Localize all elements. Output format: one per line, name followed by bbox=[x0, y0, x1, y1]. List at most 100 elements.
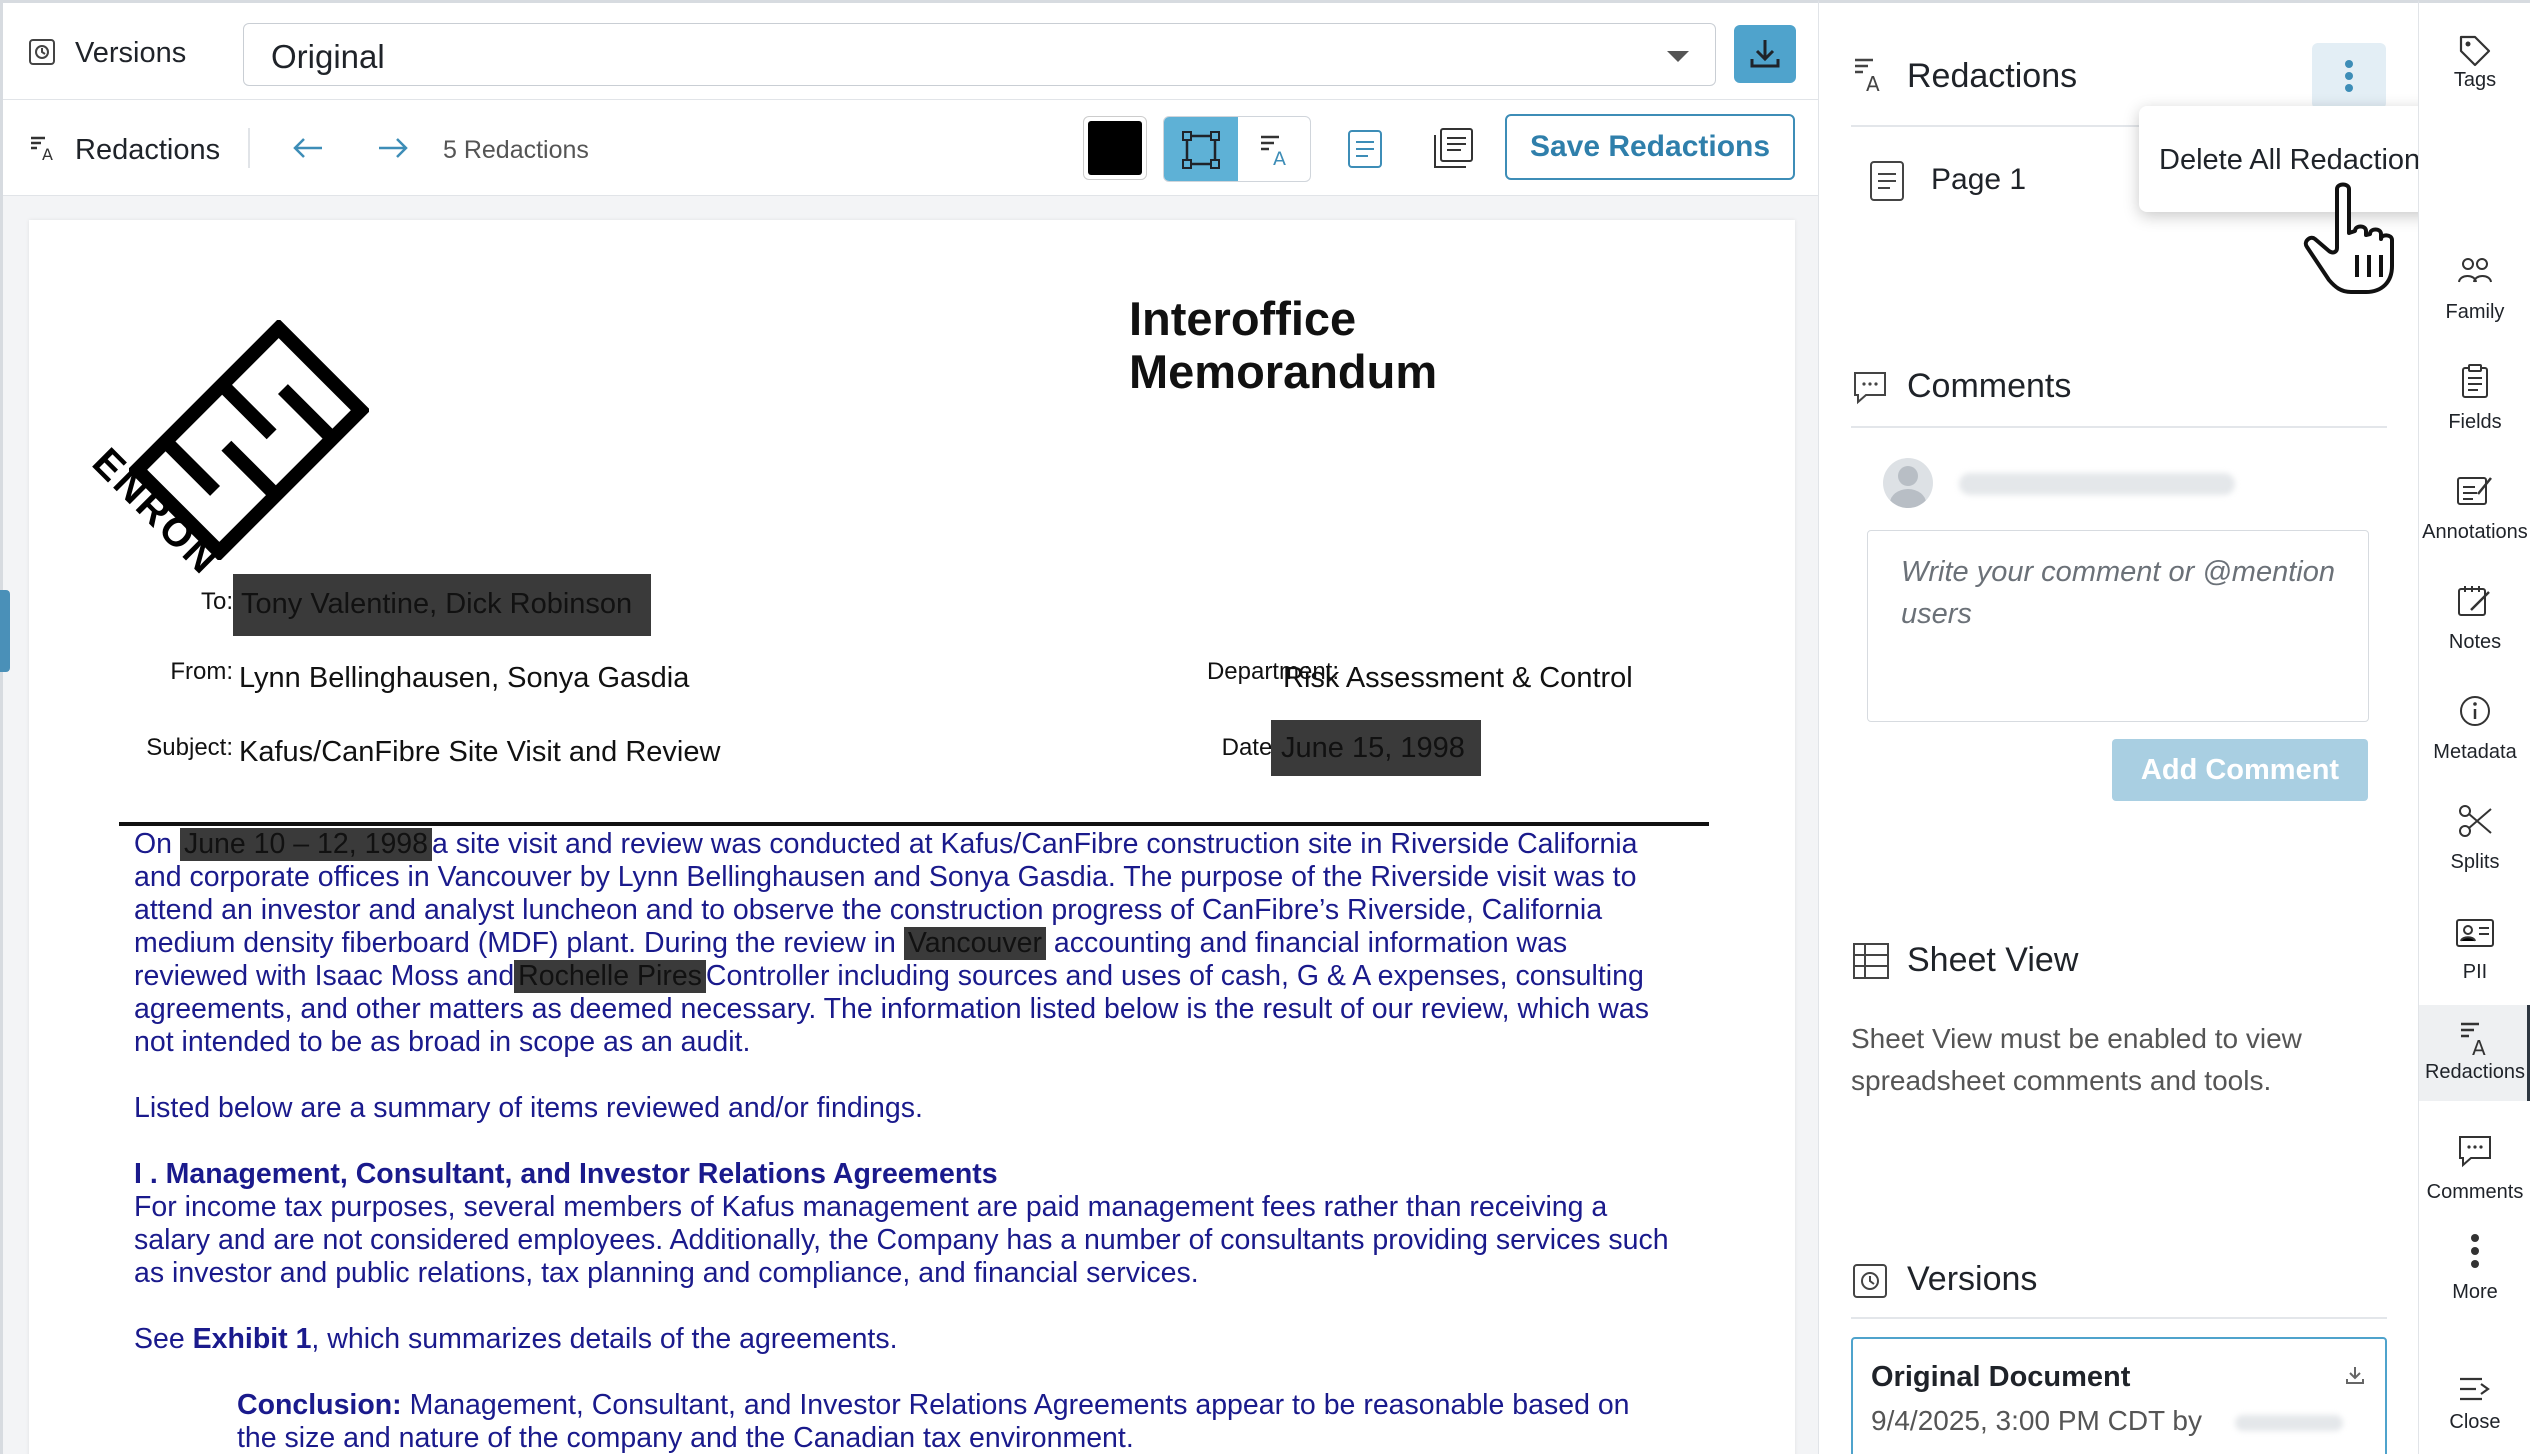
document-page: ENRON Interoffice Memorandum To: Tony Va… bbox=[29, 220, 1795, 1454]
delete-all-redactions-item[interactable]: Delete All Redactions bbox=[2159, 144, 2435, 177]
paragraph-line: For income tax purposes, several members… bbox=[134, 1191, 1608, 1223]
history-icon bbox=[1851, 1262, 1889, 1300]
text-span: See bbox=[134, 1323, 193, 1355]
next-redaction-button[interactable] bbox=[373, 128, 413, 168]
redaction-box[interactable]: Tony Valentine, Dick Robinson bbox=[233, 574, 651, 636]
notes-icon bbox=[2419, 575, 2530, 627]
add-comment-button[interactable]: Add Comment bbox=[2112, 739, 2368, 801]
rail-redactions-label: Redactions bbox=[2424, 1061, 2526, 1083]
redaction-color-picker[interactable] bbox=[1083, 116, 1147, 180]
clipboard-icon bbox=[2419, 355, 2530, 407]
paragraph-line: as investor and public relations, tax pl… bbox=[134, 1257, 1199, 1289]
avatar bbox=[1883, 458, 1933, 508]
rail-close[interactable]: Close bbox=[2419, 1365, 2530, 1454]
divider bbox=[1851, 426, 2387, 428]
text-span: Management, Consultant, and Investor Rel… bbox=[401, 1389, 1630, 1421]
rail-fields[interactable]: Fields bbox=[2419, 355, 2530, 455]
text-redaction-tool[interactable]: A bbox=[1238, 117, 1310, 181]
rail-family[interactable]: Family bbox=[2419, 245, 2530, 345]
redaction-icon: A bbox=[27, 133, 57, 163]
color-swatch bbox=[1088, 121, 1142, 175]
redactions-menu-button[interactable] bbox=[2312, 43, 2386, 109]
redaction-box[interactable]: June 15, 1998 bbox=[1271, 720, 1481, 776]
download-icon[interactable] bbox=[2341, 1361, 2369, 1389]
text-span: accounting and financial information was bbox=[1045, 927, 1568, 959]
save-redactions-button[interactable]: Save Redactions bbox=[1505, 114, 1795, 180]
svg-text:A: A bbox=[1866, 72, 1880, 94]
rail-comments-label: Comments bbox=[2426, 1181, 2524, 1203]
collapse-icon bbox=[2419, 1363, 2530, 1415]
versions-label: Versions bbox=[75, 37, 187, 69]
versions-title: Versions bbox=[1907, 1260, 2038, 1298]
page-icon bbox=[1867, 159, 1907, 203]
version-name: Original Document bbox=[1871, 1361, 2131, 1393]
scissors-icon bbox=[2419, 795, 2530, 847]
rail-metadata[interactable]: Metadata bbox=[2419, 685, 2530, 785]
comment-placeholder: Write your comment or @mention users bbox=[1901, 556, 2335, 630]
redaction-tool-group: A bbox=[1163, 116, 1311, 182]
redaction-icon: A bbox=[2419, 1013, 2530, 1065]
all-pages-redact-button[interactable] bbox=[1429, 124, 1477, 172]
blurred-author bbox=[2235, 1415, 2343, 1431]
rail-splits[interactable]: Splits bbox=[2419, 795, 2530, 895]
version-select-value: Original bbox=[271, 38, 385, 75]
side-panel: A Redactions Page 1 Comments Write your … bbox=[1818, 0, 2499, 1454]
rail-pii[interactable]: PII bbox=[2419, 905, 2530, 1005]
text-span: , which summarizes details of the agreem… bbox=[311, 1323, 898, 1355]
rail-annotations[interactable]: Annotations bbox=[2419, 465, 2530, 565]
date-label: Date: bbox=[1221, 734, 1279, 761]
area-redaction-tool[interactable] bbox=[1164, 117, 1238, 181]
previous-redaction-button[interactable] bbox=[288, 128, 328, 168]
text-span: reviewed with Isaac Moss and bbox=[134, 960, 515, 992]
document-viewer: Versions Original A Redactions 5 Redacti… bbox=[0, 0, 1821, 1454]
paragraph-line: attend an investor and analyst luncheon … bbox=[134, 894, 1603, 926]
sheet-view-text: Sheet View must be enabled to view bbox=[1851, 1023, 2302, 1054]
paragraph-line: Conclusion: Management, Consultant, and … bbox=[237, 1389, 1795, 1422]
rail-tags[interactable]: Tags bbox=[2419, 25, 2530, 125]
redactions-title: Redactions bbox=[1907, 57, 2078, 95]
more-vertical-icon bbox=[2419, 1225, 2530, 1277]
download-button[interactable] bbox=[1734, 25, 1796, 83]
comment-input[interactable]: Write your comment or @mention users bbox=[1867, 530, 2369, 722]
more-vertical-icon bbox=[2312, 43, 2386, 109]
history-icon bbox=[25, 35, 59, 69]
department-value: Risk Assessment & Control bbox=[1283, 662, 1633, 694]
comments-title: Comments bbox=[1907, 367, 2072, 405]
rail-notes[interactable]: Notes bbox=[2419, 575, 2530, 675]
text-span: a site visit and review was conducted at… bbox=[432, 828, 1638, 860]
rail-pii-label: PII bbox=[2462, 961, 2488, 983]
redaction-box[interactable]: Rochelle Pires bbox=[514, 960, 706, 993]
rail-close-label: Close bbox=[2449, 1411, 2501, 1433]
date-value: June 15, 1998 bbox=[1281, 732, 1465, 764]
paragraph-line: not intended to be as broad in scope as … bbox=[134, 1026, 751, 1058]
version-meta: 9/4/2025, 3:00 PM CDT by bbox=[1871, 1405, 2202, 1436]
divider bbox=[1851, 1317, 2387, 1319]
comment-icon bbox=[2419, 1125, 2530, 1177]
rail-more[interactable]: More bbox=[2419, 1225, 2530, 1325]
rail-metadata-label: Metadata bbox=[2433, 741, 2517, 763]
tool-rail: Tags Family Fields Annotations Notes Met… bbox=[2418, 0, 2530, 1454]
title-line-1: Interoffice bbox=[1129, 292, 1357, 345]
version-card[interactable]: Original Document 9/4/2025, 3:00 PM CDT … bbox=[1851, 1337, 2387, 1454]
exhibit-reference: Exhibit 1 bbox=[192, 1323, 312, 1355]
table-icon bbox=[1851, 941, 1891, 981]
text-span: Controller including sources and uses of… bbox=[705, 960, 1644, 992]
sheet-view-text: spreadsheet comments and tools. bbox=[1851, 1065, 2272, 1096]
svg-text:A: A bbox=[1273, 148, 1286, 167]
rail-redactions[interactable]: A Redactions bbox=[2419, 1005, 2530, 1101]
divider bbox=[248, 128, 250, 168]
rail-comments[interactable]: Comments bbox=[2419, 1125, 2530, 1225]
paragraph-line: On June 10 – 12, 1998 a site visit and re… bbox=[134, 828, 1744, 861]
version-select[interactable]: Original bbox=[243, 23, 1716, 86]
redaction-box[interactable]: Vancouver bbox=[903, 927, 1046, 960]
blurred-username bbox=[1959, 473, 2235, 495]
redaction-box[interactable]: June 10 – 12, 1998 bbox=[179, 828, 432, 861]
section-heading: I . Management, Consultant, and Investor… bbox=[134, 1158, 998, 1190]
title-line-2: Memorandum bbox=[1129, 345, 1438, 398]
page-redact-button[interactable] bbox=[1343, 126, 1387, 172]
redaction-count: 5 Redactions bbox=[443, 136, 589, 164]
rail-more-label: More bbox=[2452, 1281, 2498, 1303]
page-1-item[interactable]: Page 1 bbox=[1931, 163, 2026, 197]
expand-panel-handle[interactable] bbox=[0, 590, 10, 672]
comment-icon bbox=[1851, 369, 1889, 407]
